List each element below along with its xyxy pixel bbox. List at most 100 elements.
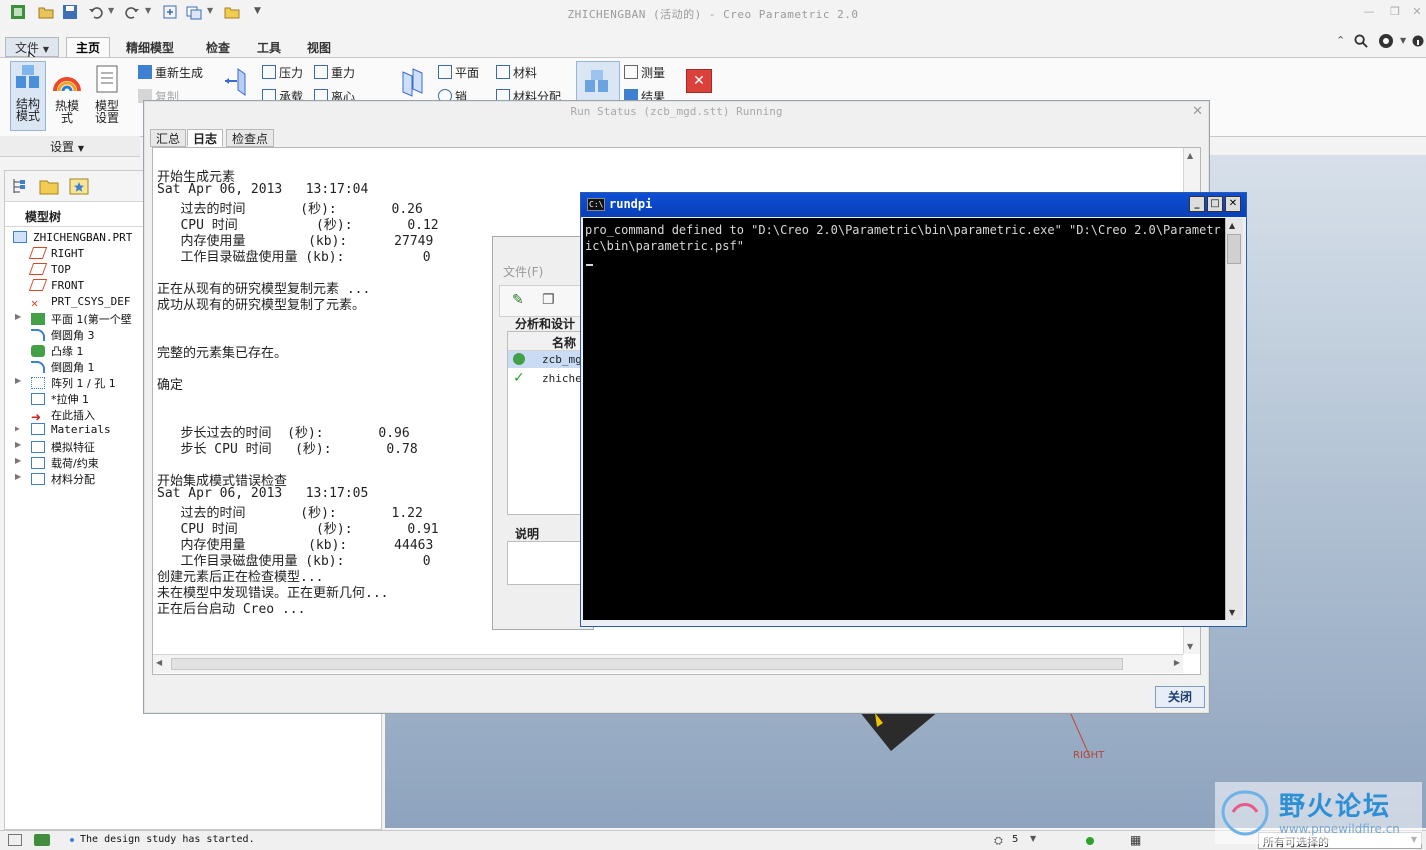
tab-log[interactable]: 日志: [187, 129, 224, 147]
log-line: Sat Apr 06, 2013 13:17:04: [157, 182, 369, 197]
scroll-right-icon[interactable]: ▶: [1174, 658, 1180, 667]
tree-item-sim-features[interactable]: ▶ 模拟特征: [15, 439, 95, 455]
tree-item-extrude[interactable]: *拉伸 1: [31, 391, 89, 407]
tab-checkpoints[interactable]: 检查点: [226, 129, 275, 147]
structure-mode-button[interactable]: 结构 模式: [10, 61, 46, 131]
console-title-bar: C:\ rundpi _ □ ✕: [581, 193, 1246, 217]
scroll-up-icon[interactable]: ▲: [1229, 221, 1235, 230]
expand-icon[interactable]: ▶: [15, 376, 21, 385]
log-line: Sat Apr 06, 2013 13:17:05: [157, 486, 369, 501]
restore-icon[interactable]: ❐: [1388, 5, 1402, 18]
setup-group-label[interactable]: 设置 ▼: [50, 138, 84, 155]
console-scrollbar[interactable]: ▲ ▼: [1225, 218, 1243, 620]
tree-item-flange-1[interactable]: 凸缘 1: [31, 343, 84, 359]
log-line: 成功从现有的研究模型复制了元素。: [157, 298, 366, 313]
list-item[interactable]: zcb_mg: [508, 351, 586, 368]
tree-item-round-1[interactable]: 倒圆角 1: [31, 359, 95, 375]
tab-home[interactable]: 主页: [66, 37, 111, 57]
expand-icon[interactable]: ▶: [15, 424, 20, 433]
gravity-icon: [314, 65, 328, 79]
description-field[interactable]: [507, 541, 587, 585]
list-item[interactable]: ✓ zhiche: [508, 370, 586, 387]
edit-icon[interactable]: ✎: [512, 292, 524, 308]
tree-root[interactable]: ZHICHENGBAN.PRT: [13, 231, 132, 247]
model-setup-button[interactable]: 模型 设置: [90, 64, 124, 124]
console-minimize-icon[interactable]: _: [1189, 196, 1205, 212]
scroll-thumb[interactable]: [1227, 234, 1241, 264]
text-cursor: [586, 264, 593, 266]
analyses-list[interactable]: 名称 zcb_mg ✓ zhiche: [507, 331, 587, 515]
console-icon: C:\: [587, 198, 606, 211]
copy-icon[interactable]: ❐: [542, 292, 555, 308]
message-bullet-icon: [70, 838, 74, 842]
watermark-logo: [1221, 790, 1269, 836]
console-maximize-icon[interactable]: □: [1207, 196, 1223, 212]
close-window-icon[interactable]: ✕: [1410, 5, 1424, 18]
tree-item-loads[interactable]: ▶ 载荷/约束: [15, 455, 99, 471]
expand-icon[interactable]: ▶: [15, 440, 21, 449]
pattern-icon: [31, 377, 45, 389]
scroll-left-icon[interactable]: ◀: [156, 658, 162, 667]
tree-item-insert-here[interactable]: ➜ 在此插入: [31, 407, 95, 423]
tab-summary[interactable]: 汇总: [150, 129, 187, 147]
regenerate-button[interactable]: 重新生成: [138, 64, 203, 81]
tree-item-right[interactable]: RIGHT: [28, 247, 84, 263]
regenerate-small-icon: [138, 65, 152, 79]
minimize-icon[interactable]: —: [1362, 5, 1376, 18]
tree-item-materials[interactable]: ▶ Materials: [15, 423, 111, 439]
toggle-navigator-icon[interactable]: [8, 834, 22, 846]
material-button[interactable]: 材料: [496, 64, 537, 81]
file-menu-item[interactable]: 文件(F): [503, 263, 543, 280]
tree-item-front[interactable]: FRONT: [28, 279, 84, 295]
tab-inspect[interactable]: 检查: [196, 37, 240, 57]
scroll-down-icon[interactable]: ▼: [1187, 642, 1193, 651]
measure-icon: [624, 65, 638, 79]
datum-icon[interactable]: [400, 66, 428, 98]
folder-browser-tab-icon[interactable]: [39, 176, 59, 196]
part-icon: [13, 231, 27, 243]
tab-tools[interactable]: 工具: [247, 37, 291, 57]
analyses-section-label: 分析和设计: [515, 317, 576, 331]
close-button[interactable]: 关闭: [1155, 686, 1205, 708]
running-icon: [513, 353, 525, 365]
constraint-icon[interactable]: [222, 66, 248, 96]
gravity-button[interactable]: 重力: [314, 64, 355, 81]
tree-item-material-assign[interactable]: ▶ 材料分配: [15, 471, 95, 487]
tree-item-pattern[interactable]: ▶ 阵列 1 / 孔 1: [15, 375, 116, 391]
log-horizontal-scrollbar[interactable]: ◀ ▶: [153, 654, 1183, 673]
tree-item-round-3[interactable]: 倒圆角 3: [31, 327, 95, 343]
expand-icon[interactable]: ▶: [15, 312, 21, 321]
count-dropdown-icon[interactable]: ▼: [1030, 834, 1036, 843]
model-tree-tab-icon[interactable]: [11, 177, 29, 195]
dialog-close-icon[interactable]: ✕: [1192, 104, 1203, 119]
scroll-up-icon[interactable]: ▲: [1187, 151, 1193, 160]
tab-view[interactable]: 视图: [297, 37, 341, 57]
pressure-button[interactable]: 压力: [262, 64, 303, 81]
close-simulate-icon[interactable]: ✕: [686, 69, 712, 93]
scroll-down-icon[interactable]: ▼: [1229, 608, 1235, 617]
extrude-icon: [31, 393, 45, 405]
tree-item-top[interactable]: TOP: [28, 263, 71, 279]
csys-icon: ✕: [31, 296, 39, 310]
thermal-mode-icon: [53, 77, 81, 92]
analyses-button[interactable]: [576, 61, 620, 103]
console-output[interactable]: pro_command defined to "D:\Creo 2.0\Para…: [583, 218, 1225, 620]
expand-icon[interactable]: ▶: [15, 472, 21, 481]
material-assign-icon: [31, 473, 45, 485]
thermal-mode-button[interactable]: 热模 式: [50, 64, 84, 124]
tab-refine-model[interactable]: 精细模型: [116, 37, 184, 57]
plane-button[interactable]: 平面: [438, 64, 479, 81]
analyses-icon: [585, 70, 608, 92]
datum-plane-icon: [28, 279, 48, 291]
console-close-icon[interactable]: ✕: [1225, 196, 1241, 212]
tree-item-csys[interactable]: ✕ PRT_CSYS_DEF: [31, 295, 130, 311]
measure-button[interactable]: 测量: [624, 64, 665, 81]
browser-icon[interactable]: [34, 834, 50, 846]
tree-item-plane-wall[interactable]: ▶ 平面 1(第一个壁: [15, 311, 132, 327]
scroll-thumb[interactable]: [171, 658, 1123, 670]
selection-filter-icon[interactable]: ⛭: [994, 834, 1003, 848]
favorites-tab-icon[interactable]: [69, 176, 89, 196]
expand-icon[interactable]: ▶: [15, 456, 21, 465]
check-icon: ✓: [513, 370, 525, 386]
watermark-text: 野火论坛: [1279, 792, 1392, 822]
